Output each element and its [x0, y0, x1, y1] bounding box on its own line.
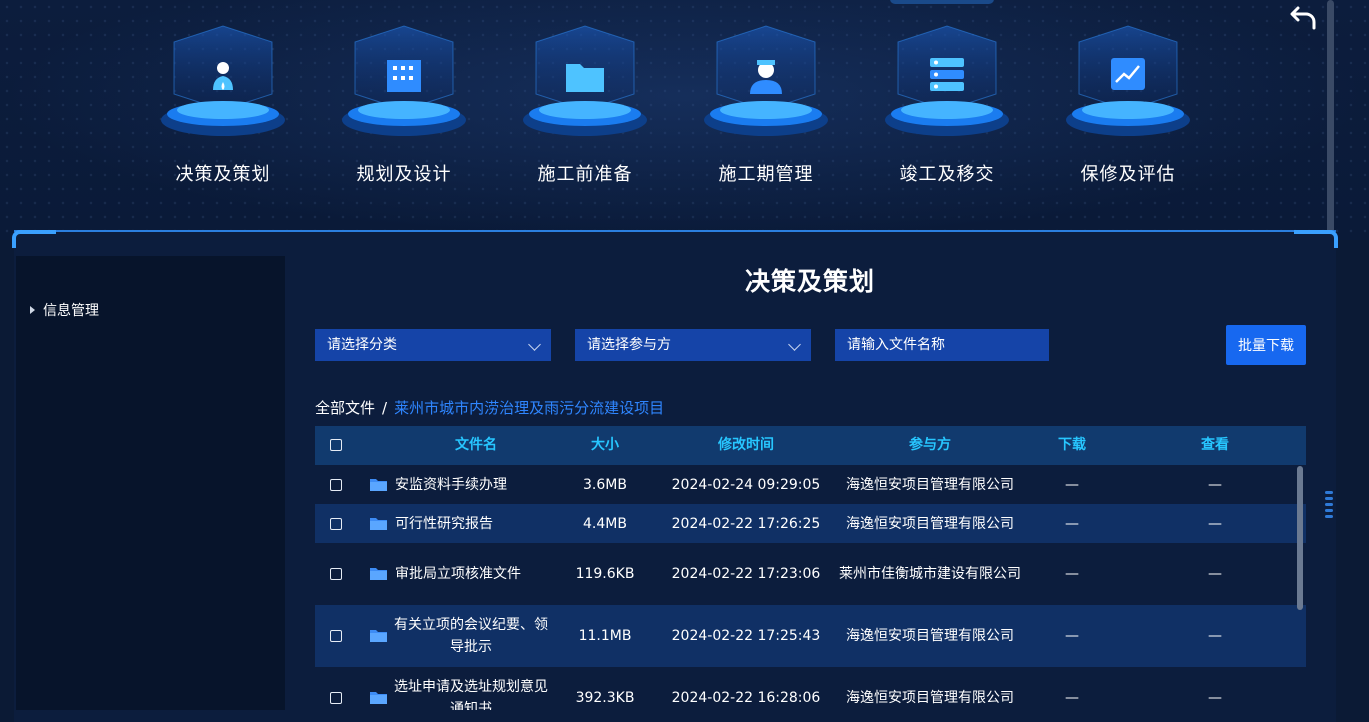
download-action[interactable]: —	[1035, 667, 1109, 710]
folder-icon[interactable]	[370, 478, 387, 491]
nav-item-6[interactable]: 保修及评估	[1055, 24, 1201, 194]
download-action[interactable]: —	[1035, 543, 1109, 605]
row-checkbox[interactable]	[330, 692, 342, 704]
nav-item-2[interactable]: 规划及设计	[331, 24, 477, 194]
nav-item-label: 施工期管理	[718, 164, 814, 185]
nav-item-label: 施工前准备	[537, 164, 633, 185]
breadcrumb-root[interactable]: 全部文件	[315, 399, 375, 417]
cell-party: 海逸恒安项目管理有限公司	[846, 476, 1014, 493]
col-download: 下载	[1058, 437, 1086, 453]
file-table: 文件名 大小 修改时间 参与方 下载 查看 安监资料手续办理 3.6MB 2024-…	[315, 426, 1306, 710]
folder-icon[interactable]	[370, 691, 387, 704]
table-scrollbar[interactable]	[1297, 466, 1303, 610]
nav-item-label: 保修及评估	[1080, 164, 1176, 185]
col-name[interactable]: 文件名	[415, 426, 537, 465]
page-title: 决策及策划	[744, 267, 875, 296]
cell-size: 4.4MB	[583, 515, 627, 532]
party-select[interactable]: 请选择参与方	[575, 329, 811, 361]
folder-icon[interactable]	[370, 629, 387, 642]
nav-item-label: 决策及策划	[175, 164, 271, 185]
cell-modified: 2024-02-22 17:26:25	[671, 515, 821, 532]
user-water-icon	[161, 25, 285, 136]
right-grip	[1325, 488, 1333, 528]
row-checkbox[interactable]	[330, 568, 342, 580]
row-checkbox[interactable]	[330, 518, 342, 530]
cell-modified: 2024-02-24 09:29:05	[671, 476, 821, 493]
download-action[interactable]: —	[1035, 605, 1109, 667]
table-header: 文件名 大小 修改时间 参与方 下载 查看	[315, 426, 1306, 465]
cell-filename[interactable]: 选址申请及选址规划意见通知书	[393, 667, 549, 710]
cell-party: 莱州市佳衡城市建设有限公司	[839, 566, 1021, 582]
cell-modified: 2024-02-22 17:25:43	[671, 628, 821, 644]
cell-size: 3.6MB	[583, 476, 627, 493]
nav-item-label: 竣工及移交	[899, 164, 995, 185]
batch-download-button[interactable]: 批量下载	[1226, 325, 1306, 365]
cell-filename[interactable]: 安监资料手续办理	[395, 465, 565, 504]
caret-right-icon	[30, 306, 35, 314]
top-indicator	[890, 0, 994, 4]
breadcrumb-current[interactable]: 莱州市城市内涝治理及雨污分流建设项目	[394, 399, 664, 417]
server-icon	[885, 25, 1009, 136]
col-party[interactable]: 参与方	[835, 426, 1025, 465]
nav-item-3[interactable]: 施工前准备	[512, 24, 658, 194]
row-checkbox[interactable]	[330, 630, 342, 642]
category-select[interactable]: 请选择分类	[315, 329, 551, 361]
table-row[interactable]: 可行性研究报告 4.4MB 2024-02-22 17:26:25 海逸恒安项目管理有…	[315, 504, 1306, 543]
table-row[interactable]: 有关立项的会议纪要、领导批示 11.1MB 2024-02-22 17:25:43 海…	[315, 605, 1306, 667]
sidebar-item-label: 信息管理	[43, 303, 99, 319]
table-row[interactable]: 审批局立项核准文件 119.6KB 2024-02-22 17:23:06 莱州市佳衡…	[315, 543, 1306, 605]
party-select-value: 请选择参与方	[587, 337, 671, 353]
folder-icon[interactable]	[370, 567, 387, 580]
cell-party: 海逸恒安项目管理有限公司	[846, 515, 1014, 532]
view-action[interactable]: —	[1175, 605, 1255, 667]
table-row[interactable]: 选址申请及选址规划意见通知书 392.3KB 2024-02-22 16:28:06…	[315, 667, 1306, 710]
table-row[interactable]: 安监资料手续办理 3.6MB 2024-02-24 09:29:05 海逸恒安项目管理…	[315, 465, 1306, 504]
select-all-checkbox[interactable]	[330, 439, 342, 451]
nav-item-label: 规划及设计	[356, 164, 452, 185]
cell-size: 392.3KB	[575, 690, 635, 706]
view-action[interactable]: —	[1175, 667, 1255, 710]
download-action[interactable]: —	[1035, 465, 1109, 504]
filename-search-input[interactable]	[835, 329, 1049, 361]
back-arrow-icon[interactable]	[1290, 4, 1318, 30]
cell-modified: 2024-02-22 16:28:06	[671, 690, 821, 706]
cell-filename[interactable]: 审批局立项核准文件	[395, 543, 565, 605]
cell-size: 119.6KB	[575, 566, 635, 582]
sidebar: 信息管理	[16, 256, 285, 710]
nav-item-5[interactable]: 竣工及移交	[874, 24, 1020, 194]
cell-modified: 2024-02-22 17:23:06	[671, 566, 821, 582]
cell-party: 海逸恒安项目管理有限公司	[846, 628, 1014, 644]
worker-icon	[704, 25, 828, 136]
building-icon	[342, 25, 466, 136]
cell-party: 海逸恒安项目管理有限公司	[846, 690, 1014, 706]
cell-filename[interactable]: 可行性研究报告	[395, 504, 565, 543]
chevron-down-icon	[788, 338, 801, 351]
category-select-value: 请选择分类	[327, 337, 397, 353]
breadcrumb: 全部文件 / 莱州市城市内涝治理及雨污分流建设项目	[315, 397, 664, 418]
nav-item-4[interactable]: 施工期管理	[693, 24, 839, 194]
chart-icon	[1066, 25, 1190, 136]
row-checkbox[interactable]	[330, 479, 342, 491]
sidebar-item-info-management[interactable]: 信息管理	[30, 300, 99, 320]
col-modified[interactable]: 修改时间	[666, 426, 826, 465]
view-action[interactable]: —	[1175, 504, 1255, 543]
cell-size: 11.1MB	[578, 628, 632, 644]
download-action[interactable]: —	[1035, 504, 1109, 543]
col-view: 查看	[1201, 437, 1229, 453]
view-action[interactable]: —	[1175, 465, 1255, 504]
nav-item-1[interactable]: 决策及策划	[150, 24, 296, 194]
cell-filename[interactable]: 有关立项的会议纪要、领导批示	[393, 605, 549, 667]
view-action[interactable]: —	[1175, 543, 1255, 605]
chevron-down-icon	[528, 338, 541, 351]
folder-icon[interactable]	[370, 517, 387, 530]
breadcrumb-separator: /	[382, 399, 388, 417]
col-size[interactable]: 大小	[565, 426, 645, 465]
folder-icon	[523, 25, 647, 136]
